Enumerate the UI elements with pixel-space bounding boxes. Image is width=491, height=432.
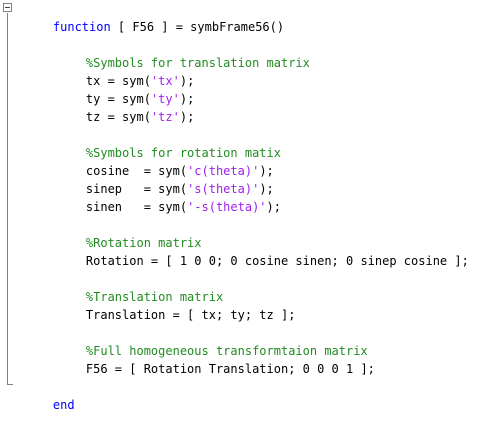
function-keyword: function [52, 20, 111, 34]
code-text: Translation = [ tx; ty; tz ]; [85, 308, 296, 322]
code-line-cosine: cosine = sym('c(theta)'); [57, 144, 274, 178]
end-keyword: end [52, 398, 75, 412]
code-line-tz: tz = sym('tz'); [57, 90, 194, 124]
code-text: ); [179, 110, 195, 124]
code-text: Rotation = [ 1 0 0; 0 cosine sinen; 0 si… [85, 254, 469, 268]
string-literal: '-s(theta)' [187, 200, 267, 214]
code-text: F56 = [ Rotation Translation; 0 0 0 1 ]; [85, 362, 375, 376]
code-line-rotation: Rotation = [ 1 0 0; 0 cosine sinen; 0 si… [57, 234, 469, 268]
function-signature: [ F56 ] = symbFrame56() [110, 20, 285, 34]
code-line-sinep: sinep = sym('s(theta)'); [57, 162, 274, 196]
rotation-matrix-comment: %Rotation matrix [57, 216, 202, 250]
fold-gutter [0, 0, 20, 401]
translation-symbols-comment: %Symbols for translation matrix [57, 36, 310, 70]
rotation-symbols-comment: %Symbols for rotation matix [57, 126, 281, 160]
code-text: ); [266, 200, 281, 214]
function-declaration-line: function [ F56 ] = symbFrame56() [24, 0, 284, 34]
fold-end-marker [7, 384, 13, 385]
code-line-tx: tx = sym('tx'); [57, 54, 194, 88]
code-line-f56: F56 = [ Rotation Translation; 0 0 0 1 ]; [57, 342, 375, 376]
fold-line [7, 13, 8, 384]
code-editor[interactable]: function [ F56 ] = symbFrame56() %Symbol… [0, 0, 491, 412]
code-text: sinen = sym( [85, 200, 188, 214]
homogeneous-matrix-comment: %Full homogeneous transformtaion matrix [57, 324, 368, 358]
code-text: tz = sym( [85, 110, 151, 124]
collapse-function-icon[interactable] [3, 3, 12, 12]
end-line: end [24, 378, 75, 412]
string-literal: 'tz' [150, 110, 180, 124]
code-line-translation: Translation = [ tx; ty; tz ]; [57, 288, 296, 322]
code-line-sinen: sinen = sym('-s(theta)'); [57, 180, 281, 214]
translation-matrix-comment: %Translation matrix [57, 270, 223, 304]
code-line-ty: ty = sym('ty'); [57, 72, 194, 106]
